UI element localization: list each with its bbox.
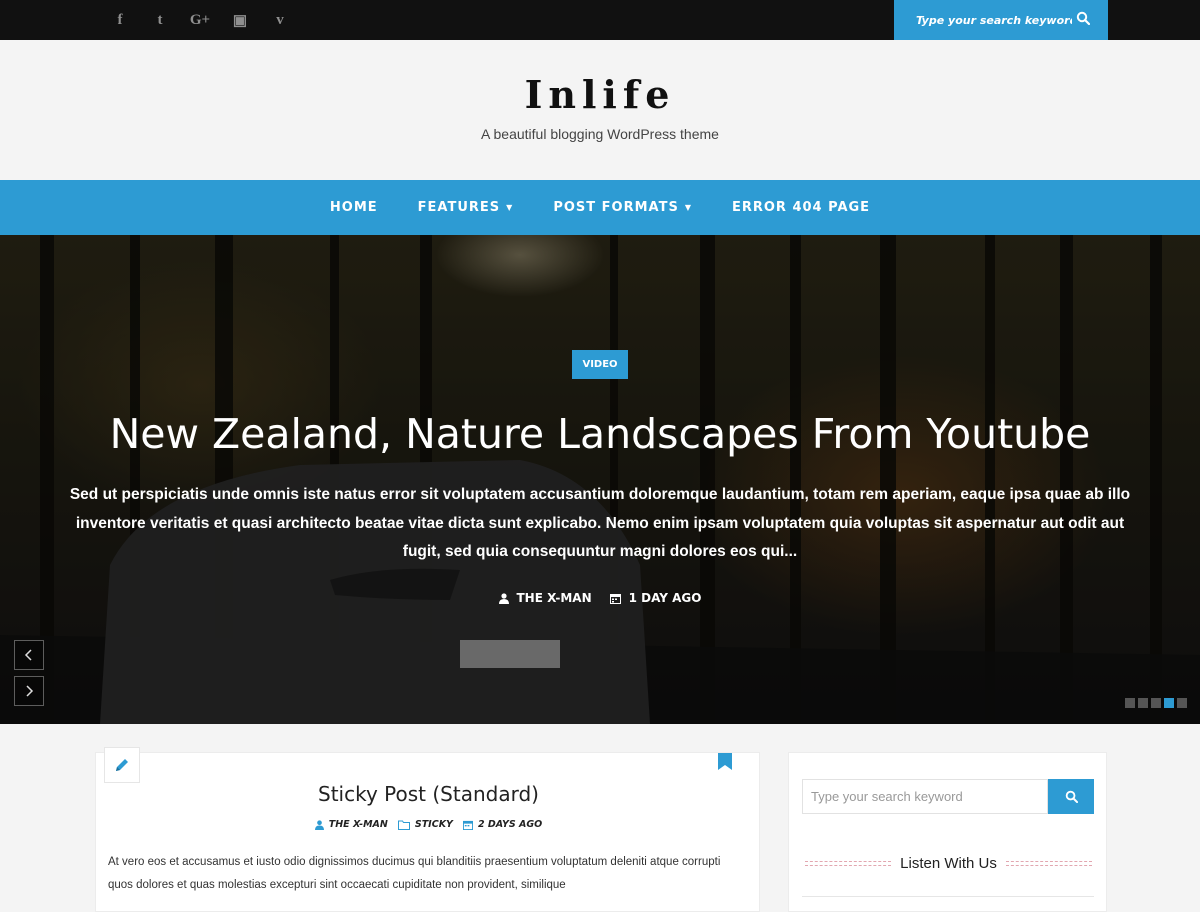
divider xyxy=(805,860,892,866)
slider-dot[interactable] xyxy=(1125,698,1135,708)
edit-post-button[interactable] xyxy=(104,747,140,783)
post-category[interactable]: STICKY xyxy=(397,819,453,830)
user-icon xyxy=(314,819,324,830)
divider xyxy=(802,896,1094,897)
widget-title: Listen With Us xyxy=(789,853,1108,873)
widget-title-text: Listen With Us xyxy=(900,854,997,872)
pencil-icon xyxy=(116,759,128,771)
site-header: Inlife A beautiful blogging WordPress th… xyxy=(0,40,1200,180)
nav-error-page-label: ERROR 404 PAGE xyxy=(731,200,871,215)
hero-author-name: THE X-MAN xyxy=(516,591,592,605)
nav-error-page[interactable]: ERROR 404 PAGE xyxy=(712,200,890,215)
top-search-input[interactable] xyxy=(914,12,1074,28)
nav-post-formats[interactable]: POST FORMATS ▼ xyxy=(533,200,712,215)
slider-dot[interactable] xyxy=(1138,698,1148,708)
hero-date: 1 DAY AGO xyxy=(609,591,702,605)
nav-home[interactable]: HOME xyxy=(310,200,398,215)
post-title[interactable]: Sticky Post (Standard) xyxy=(96,782,761,806)
site-title[interactable]: Inlife xyxy=(0,72,1200,117)
main-nav: HOME FEATURES ▼ POST FORMATS ▼ ERROR 404 P… xyxy=(0,180,1200,235)
top-search xyxy=(894,0,1108,40)
chevron-right-icon xyxy=(26,685,34,697)
social-links: f t G+ ▣ v xyxy=(100,0,300,40)
hero-meta: THE X-MAN 1 DAY AGO xyxy=(0,591,1200,605)
top-bar: f t G+ ▣ v xyxy=(0,0,1200,40)
nav-features-label: FEATURES xyxy=(417,200,501,215)
slider-prev-button[interactable] xyxy=(14,640,44,670)
post-date-text: 2 DAYS AGO xyxy=(477,819,543,830)
slider-dot[interactable] xyxy=(1151,698,1161,708)
divider xyxy=(1005,860,1092,866)
caret-down-icon: ▼ xyxy=(684,203,692,212)
post-date: 2 DAYS AGO xyxy=(462,819,543,830)
hero-author[interactable]: THE X-MAN xyxy=(498,591,592,605)
hero-slider: VIDEO New Zealand, Nature Landscapes Fro… xyxy=(0,235,1200,724)
chevron-left-icon xyxy=(24,649,32,661)
post-meta: THE X-MAN STICKY 2 DAYS AGO xyxy=(96,819,761,830)
sidebar-search-input[interactable] xyxy=(802,779,1048,814)
post-author[interactable]: THE X-MAN xyxy=(314,819,388,830)
hero-date-text: 1 DAY AGO xyxy=(628,591,702,605)
post-category-name: STICKY xyxy=(414,819,453,830)
folder-icon xyxy=(397,820,410,830)
calendar-icon xyxy=(462,820,473,830)
category-badge[interactable]: VIDEO xyxy=(572,350,628,379)
site-tagline: A beautiful blogging WordPress theme xyxy=(481,126,719,142)
search-icon[interactable] xyxy=(1076,10,1096,30)
twitter-icon[interactable]: t xyxy=(140,0,180,40)
caret-down-icon: ▼ xyxy=(506,203,514,212)
slider-dot[interactable] xyxy=(1177,698,1187,708)
sidebar-search-button[interactable] xyxy=(1048,779,1094,814)
slider-dot-active[interactable] xyxy=(1164,698,1174,708)
vimeo-icon[interactable]: v xyxy=(260,0,300,40)
post-card: Sticky Post (Standard) THE X-MAN STICKY … xyxy=(95,747,761,912)
hero-excerpt: Sed ut perspiciatis unde omnis iste natu… xyxy=(69,486,1131,560)
search-icon xyxy=(1065,790,1078,803)
slider-dots xyxy=(1125,698,1190,708)
facebook-icon[interactable]: f xyxy=(100,0,140,40)
user-icon xyxy=(498,592,509,604)
post-author-name: THE X-MAN xyxy=(328,819,388,830)
nav-features[interactable]: FEATURES ▼ xyxy=(398,200,534,215)
calendar-icon xyxy=(609,593,621,604)
nav-home-label: HOME xyxy=(329,200,378,215)
bookmark-icon[interactable] xyxy=(718,753,732,774)
nav-post-formats-label: POST FORMATS xyxy=(553,200,679,215)
slider-next-button[interactable] xyxy=(14,676,44,706)
google-plus-icon[interactable]: G+ xyxy=(180,0,220,40)
sidebar-search xyxy=(802,779,1094,814)
youtube-icon[interactable]: ▣ xyxy=(220,0,260,40)
hero-overlay xyxy=(0,235,1200,724)
hero-title[interactable]: New Zealand, Nature Landscapes From Yout… xyxy=(0,410,1200,458)
sidebar: Listen With Us xyxy=(788,752,1107,912)
post-excerpt: At vero eos et accusamus et iusto odio d… xyxy=(108,856,721,891)
